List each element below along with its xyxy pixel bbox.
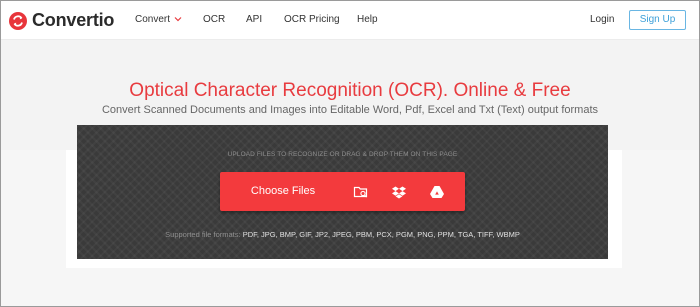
google-drive-icon[interactable]: [429, 184, 445, 200]
login-link[interactable]: Login: [590, 14, 614, 25]
dropbox-icon[interactable]: [391, 184, 407, 200]
supported-formats: Supported file formats: PDF, JPG, BMP, G…: [77, 230, 608, 239]
signup-button[interactable]: Sign Up: [629, 10, 686, 30]
folder-search-icon[interactable]: [353, 184, 369, 200]
nav-convert[interactable]: Convert: [135, 14, 182, 25]
chevron-down-icon: [174, 14, 182, 25]
upload-toolbar: Choose Files: [220, 172, 465, 211]
page-title: Optical Character Recognition (OCR). Onl…: [129, 80, 571, 101]
formats-label: Supported file formats:: [165, 230, 241, 239]
main-nav: Convert OCR API OCR Pricing Help Login: [1, 1, 699, 39]
drop-zone[interactable]: UPLOAD FILES TO RECOGNIZE OR DRAG & DROP…: [77, 125, 608, 259]
nav-help[interactable]: Help: [357, 14, 378, 25]
nav-ocr[interactable]: OCR: [203, 14, 225, 25]
drop-hint: UPLOAD FILES TO RECOGNIZE OR DRAG & DROP…: [227, 151, 458, 158]
nav-ocr-pricing[interactable]: OCR Pricing: [284, 14, 340, 25]
nav-convert-label: Convert: [135, 14, 171, 26]
top-navbar: Convertio Convert OCR API OCR Pricing He…: [1, 1, 699, 40]
formats-list: PDF, JPG, BMP, GIF, JP2, JPEG, PBM, PCX,…: [242, 230, 520, 239]
nav-api[interactable]: API: [246, 14, 262, 25]
page-subtitle: Convert Scanned Documents and Images int…: [101, 104, 599, 116]
choose-files-button[interactable]: Choose Files: [220, 172, 346, 211]
